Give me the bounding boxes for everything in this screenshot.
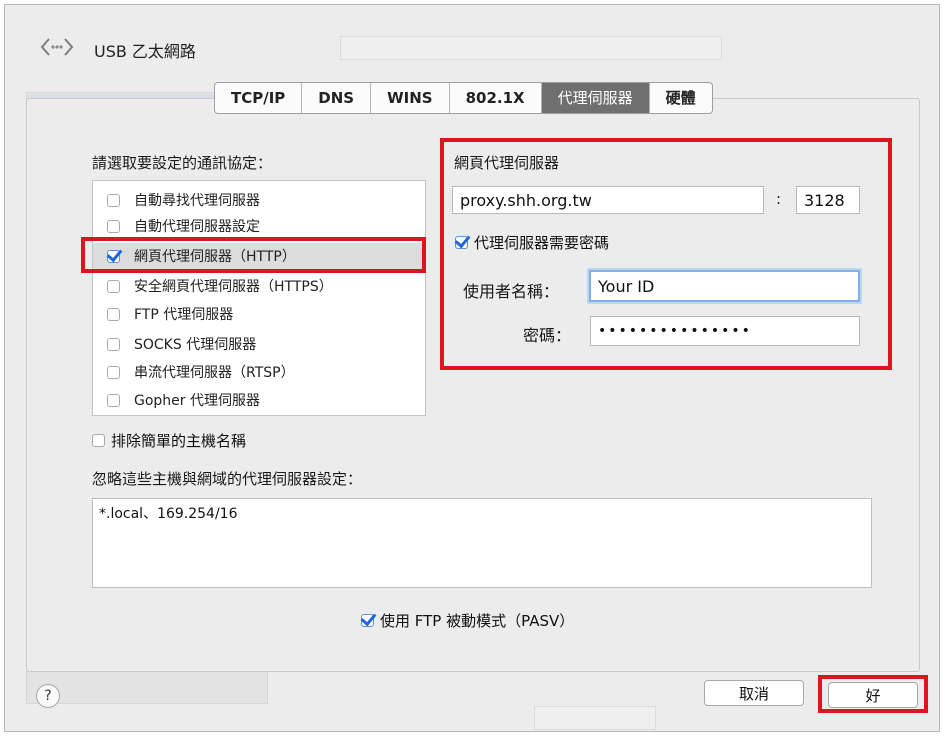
tab-8021x[interactable]: 802.1X xyxy=(450,83,542,113)
ghost-location-select xyxy=(340,36,722,60)
checkbox[interactable] xyxy=(107,193,120,207)
exclude-simple-label: 排除簡單的主機名稱 xyxy=(111,432,247,450)
checkbox[interactable] xyxy=(107,307,120,321)
checkbox[interactable] xyxy=(107,365,120,379)
protocol-label: 自動尋找代理伺服器 xyxy=(134,193,260,209)
cancel-button[interactable]: 取消 xyxy=(704,680,804,706)
protocol-label: 安全網頁代理伺服器（HTTPS） xyxy=(134,279,333,295)
protocol-label: 自動代理伺服器設定 xyxy=(134,219,260,235)
tab-proxies[interactable]: 代理伺服器 xyxy=(541,83,650,113)
protocols-heading: 請選取要設定的通訊協定： xyxy=(92,154,273,172)
protocol-item-auto-config[interactable]: 自動代理伺服器設定 xyxy=(93,213,425,239)
tab-hardware[interactable]: 硬體 xyxy=(650,83,712,113)
protocol-item-gopher[interactable]: Gopher 代理伺服器 xyxy=(93,387,425,413)
checkbox[interactable] xyxy=(107,219,120,233)
tab-tcpip[interactable]: TCP/IP xyxy=(215,83,303,113)
protocol-item-ftp[interactable]: FTP 代理伺服器 xyxy=(93,301,425,327)
protocol-label: SOCKS 代理伺服器 xyxy=(134,337,257,353)
protocol-item-https[interactable]: 安全網頁代理伺服器（HTTPS） xyxy=(93,273,425,299)
help-button[interactable]: ? xyxy=(36,684,60,708)
window-title: USB 乙太網路 xyxy=(94,42,196,61)
protocol-item-socks[interactable]: SOCKS 代理伺服器 xyxy=(93,331,425,357)
checkbox[interactable] xyxy=(92,434,105,447)
settings-tabs: TCP/IP DNS WINS 802.1X 代理伺服器 硬體 xyxy=(214,82,713,114)
protocol-item-auto-discovery[interactable]: 自動尋找代理伺服器 xyxy=(93,187,425,213)
checkbox[interactable] xyxy=(107,279,120,293)
checkbox-checked[interactable] xyxy=(361,614,374,627)
bypass-heading: 忽略這些主機與網域的代理伺服器設定： xyxy=(92,470,363,488)
protocol-list[interactable]: 自動尋找代理伺服器 自動代理伺服器設定 網頁代理伺服器（HTTP） 安全網頁代理… xyxy=(92,180,426,416)
protocol-item-rtsp[interactable]: 串流代理伺服器（RTSP） xyxy=(93,359,425,385)
protocol-label: Gopher 代理伺服器 xyxy=(134,393,260,409)
protocol-label: 串流代理伺服器（RTSP） xyxy=(134,365,295,381)
checkbox[interactable] xyxy=(107,337,120,351)
highlight-http-box xyxy=(81,237,426,273)
highlight-proxy-config-box xyxy=(440,138,892,370)
tab-dns[interactable]: DNS xyxy=(302,83,372,113)
highlight-ok-box xyxy=(818,675,928,713)
ghost-assist-button xyxy=(534,706,656,730)
protocol-label: FTP 代理伺服器 xyxy=(134,307,234,323)
tab-wins[interactable]: WINS xyxy=(371,83,450,113)
pasv-option[interactable]: 使用 FTP 被動模式（PASV） xyxy=(361,610,574,631)
exclude-simple-hostnames-option[interactable]: 排除簡單的主機名稱 xyxy=(92,430,246,451)
network-back-icon[interactable] xyxy=(40,36,74,58)
checkbox[interactable] xyxy=(107,393,120,407)
pasv-label: 使用 FTP 被動模式（PASV） xyxy=(380,612,575,630)
bypass-hosts-field[interactable]: *.local、169.254/16 xyxy=(92,498,872,588)
